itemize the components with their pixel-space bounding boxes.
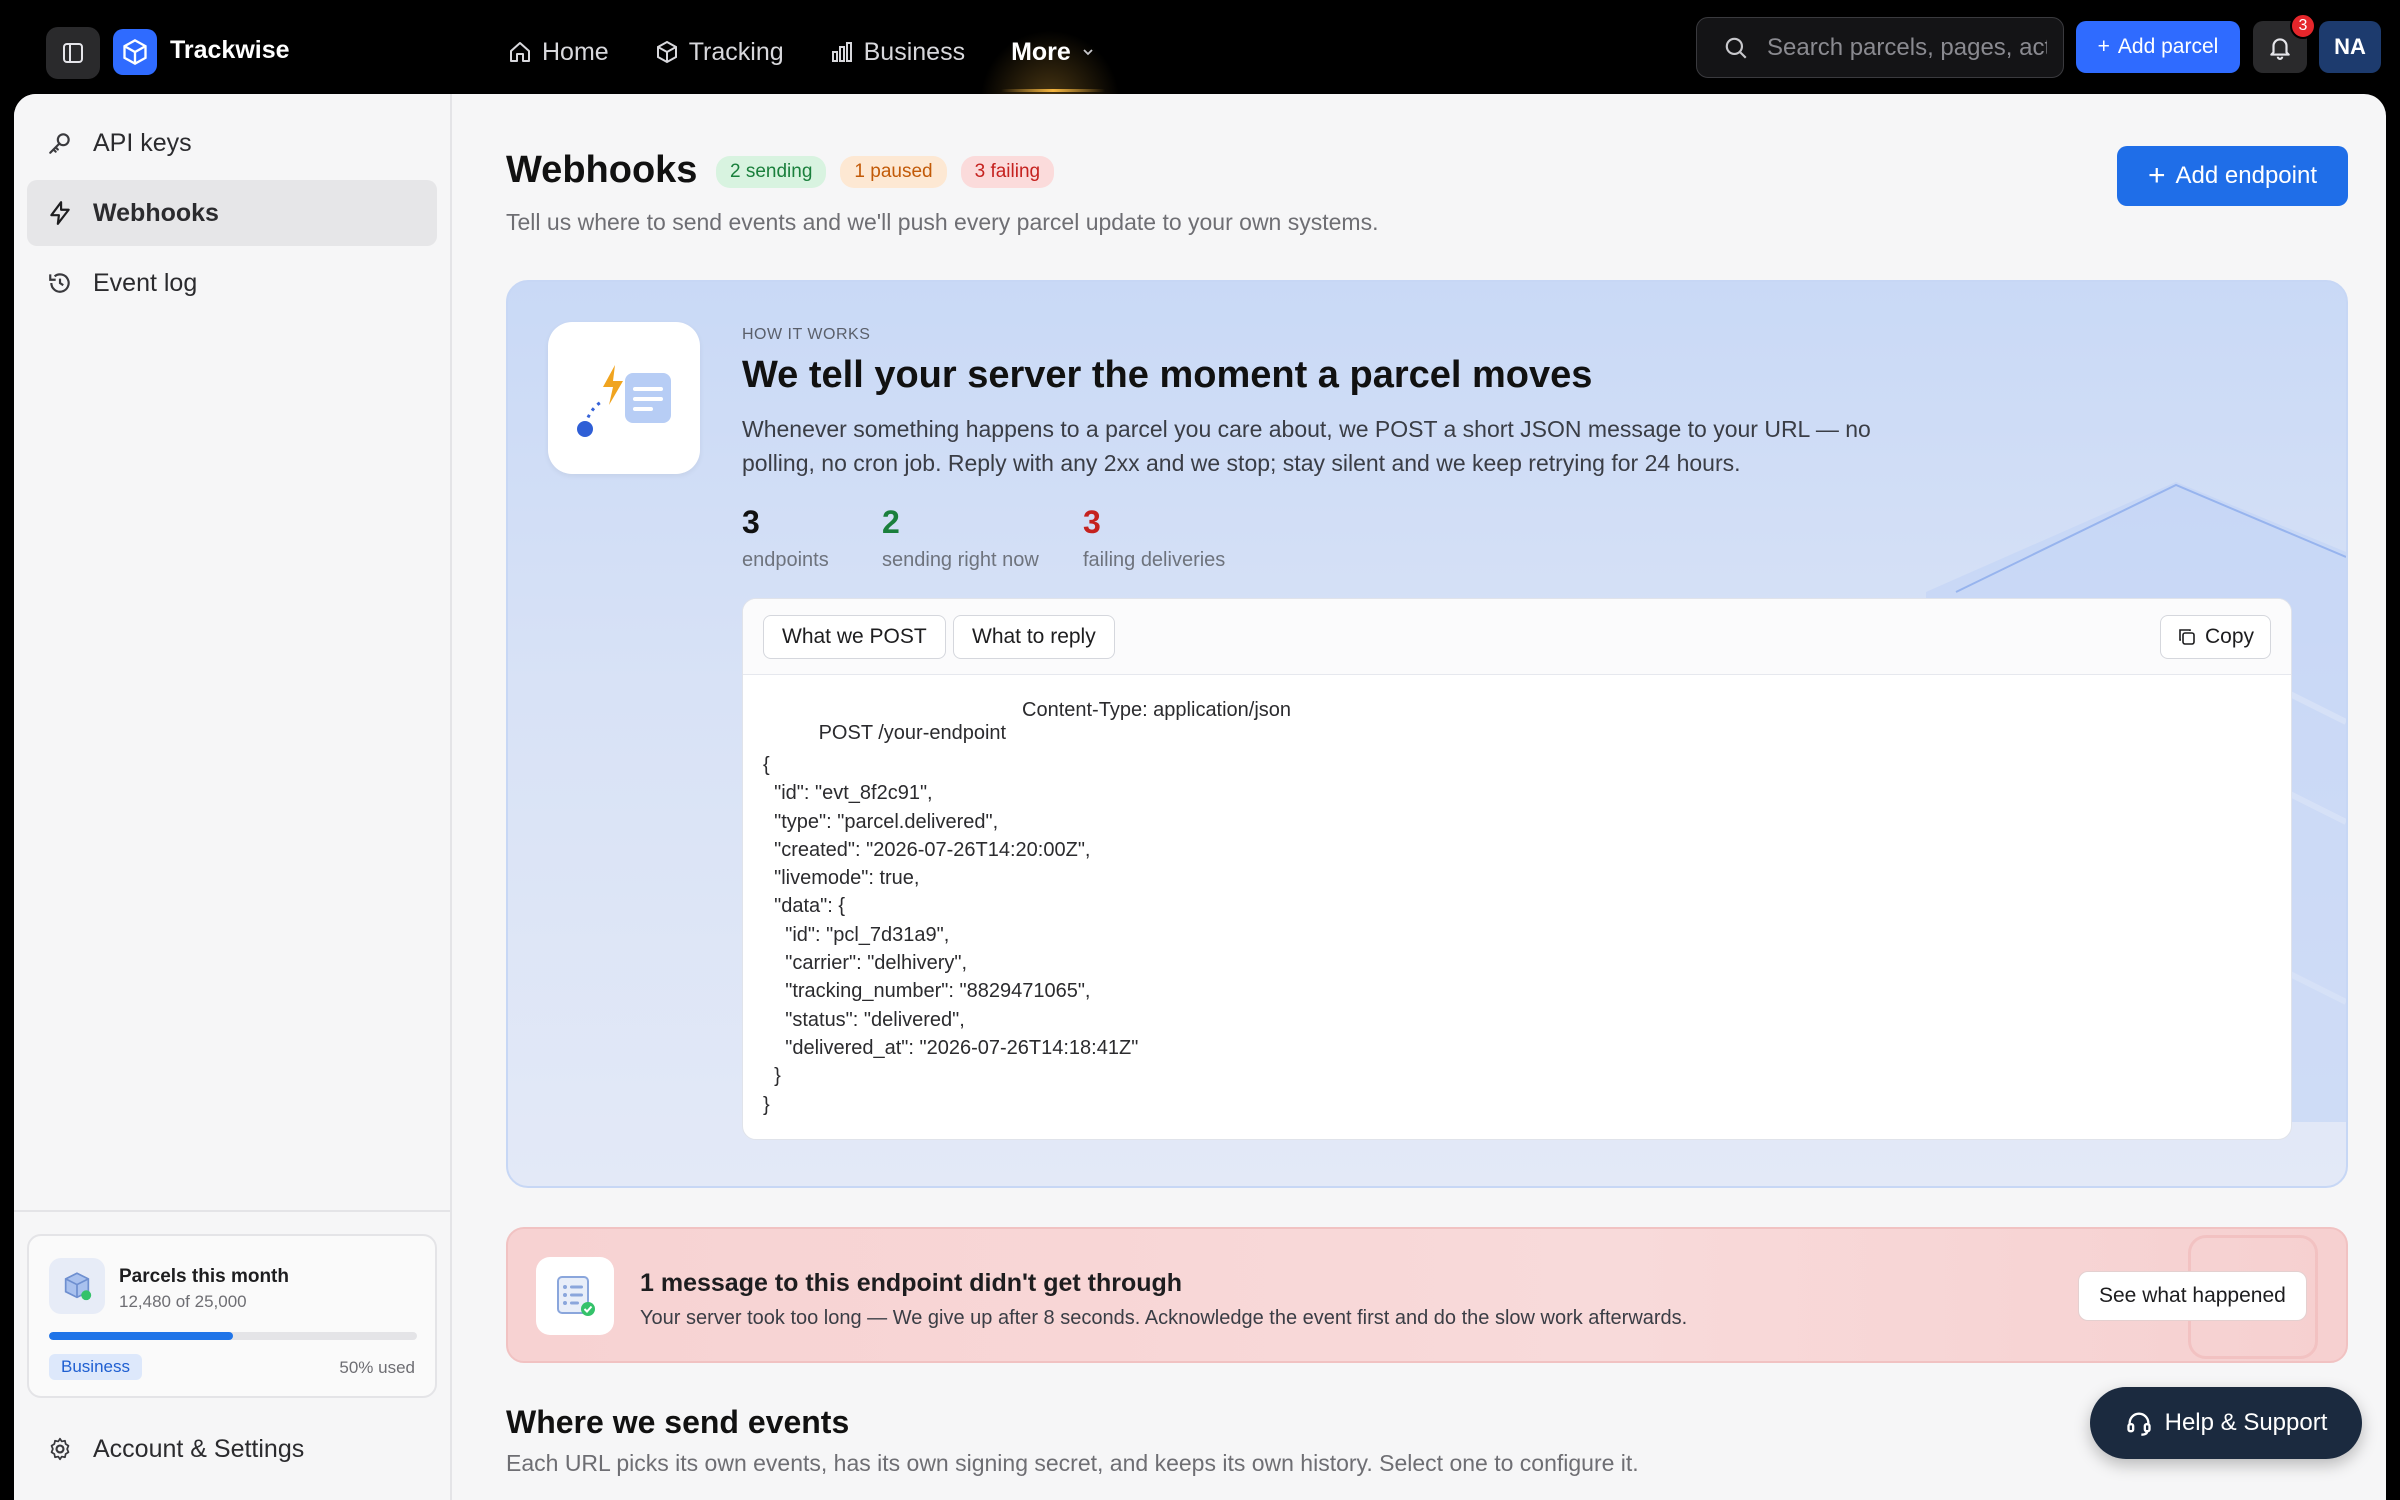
tab-what-we-post[interactable]: What we POST: [763, 615, 946, 659]
search-input[interactable]: [1767, 33, 2047, 62]
status-badge-sending: 2 sending: [716, 156, 827, 188]
stat-value: 3: [742, 504, 760, 540]
nav-more[interactable]: More: [1001, 30, 1105, 92]
json-payload: { "id": "evt_8f2c91", "type": "parcel.de…: [763, 754, 1139, 1116]
nav-home-label: Home: [542, 37, 609, 66]
add-parcel-button[interactable]: + Add parcel: [2076, 21, 2240, 73]
stat-label: failing deliveries: [1083, 549, 1226, 571]
page-title: Webhooks: [506, 149, 698, 191]
nav-tracking[interactable]: Tracking: [655, 30, 784, 74]
sidebar-item-label: Webhooks: [93, 198, 219, 227]
copy-button[interactable]: Copy: [2159, 615, 2271, 659]
section-title: Where we send events: [506, 1404, 850, 1440]
stat-value: 2: [882, 504, 900, 540]
search-box[interactable]: [1696, 17, 2064, 78]
stat-label: endpoints: [742, 549, 829, 571]
usage-progress-bar: [49, 1332, 417, 1340]
usage-title: Parcels this month: [119, 1266, 289, 1287]
stat-label: sending right now: [882, 549, 1039, 571]
how-title: We tell your server the moment a parcel …: [742, 354, 1593, 396]
nav-business[interactable]: Business: [830, 30, 965, 74]
sidebar: API keys Webhooks Event log Parcels this…: [14, 94, 452, 1500]
add-endpoint-button[interactable]: + Add endpoint: [2117, 146, 2348, 206]
sidebar-item-label: API keys: [93, 128, 192, 157]
cube-icon: [123, 38, 147, 66]
alert-title: 1 message to this endpoint didn't get th…: [640, 1269, 1183, 1297]
app-shell: API keys Webhooks Event log Parcels this…: [14, 94, 2386, 1500]
nav-tracking-label: Tracking: [688, 37, 784, 66]
sidebar-item-webhooks[interactable]: Webhooks: [27, 180, 437, 246]
stat-endpoints: 3 endpoints: [742, 504, 829, 572]
help-support-button[interactable]: Help & Support: [2090, 1387, 2362, 1459]
main-nav: Home Tracking Business More: [508, 30, 1141, 92]
headset-icon: [2126, 1412, 2151, 1436]
home-icon: [510, 42, 530, 62]
search-icon: [1725, 37, 1747, 59]
status-badge-failing: 3 failing: [960, 156, 1055, 188]
sidebar-item-event-log[interactable]: Event log: [27, 250, 437, 316]
sidebar-item-api-keys[interactable]: API keys: [27, 110, 437, 176]
see-what-happened-button[interactable]: See what happened: [2078, 1271, 2307, 1321]
parcel-box-icon: [49, 1258, 105, 1314]
plus-icon: +: [2097, 35, 2110, 58]
nav-business-label: Business: [863, 37, 966, 66]
bell-icon: [2270, 38, 2290, 60]
delivery-failure-alert: 1 message to this endpoint didn't get th…: [506, 1227, 2348, 1363]
copy-label: Copy: [2204, 625, 2254, 648]
document-check-icon: [536, 1257, 614, 1335]
plan-badge: Business: [49, 1354, 142, 1380]
gear-icon: [50, 1437, 70, 1461]
code-sample-card: What we POST What to reply Copy POST /yo…: [742, 598, 2292, 1140]
help-support-label: Help & Support: [2164, 1409, 2328, 1436]
nav-home[interactable]: Home: [508, 30, 609, 74]
sidebar-item-label: Event log: [93, 268, 198, 297]
page-subtitle: Tell us where to send events and we'll p…: [506, 209, 1379, 235]
how-description: Whenever something happens to a parcel y…: [742, 416, 1871, 476]
brand-logo[interactable]: [113, 29, 157, 75]
sidebar-item-label: Account & Settings: [93, 1434, 305, 1463]
webhook-illustration-icon: [548, 322, 700, 474]
brand-name[interactable]: Trackwise: [170, 36, 290, 65]
stat-failing: 3 failing deliveries: [1083, 504, 1225, 572]
how-eyebrow: HOW IT WORKS: [742, 326, 871, 343]
user-avatar[interactable]: NA: [2319, 21, 2381, 73]
status-badges: 2 sending 1 paused 3 failing: [716, 156, 1055, 188]
stat-sending: 2 sending right now: [882, 504, 1039, 572]
status-badge-paused: 1 paused: [840, 156, 947, 188]
add-parcel-label: Add parcel: [2117, 35, 2219, 58]
copy-icon: [2179, 629, 2195, 645]
top-bar: Trackwise Home Tracking Business More + …: [0, 0, 2400, 100]
usage-progress-fill: [49, 1332, 233, 1340]
sidebar-divider: [14, 1210, 452, 1212]
bolt-icon: [50, 201, 70, 225]
key-icon: [49, 133, 70, 154]
usage-count: 12,480 of 25,000: [119, 1292, 247, 1311]
alert-description: Your server took too long — We give up a…: [640, 1307, 1688, 1329]
bar-chart-icon: [831, 42, 852, 62]
how-it-works-card: HOW IT WORKS We tell your server the mom…: [506, 280, 2348, 1188]
sidebar-toggle-icon: [63, 43, 83, 63]
request-method-path: POST /your-endpoint: [818, 722, 1007, 744]
code-tabs-bar: What we POST What to reply Copy: [743, 599, 2291, 675]
chevron-down-icon: [1083, 49, 1093, 56]
tab-what-to-reply[interactable]: What to reply: [953, 615, 1115, 659]
section-subtitle: Each URL picks its own events, has its o…: [506, 1450, 1639, 1476]
add-endpoint-label: Add endpoint: [2175, 162, 2317, 189]
box-icon: [656, 40, 677, 64]
usage-card[interactable]: Parcels this month 12,480 of 25,000 Busi…: [27, 1234, 437, 1398]
history-icon: [49, 273, 70, 293]
sidebar-item-account-settings[interactable]: Account & Settings: [27, 1416, 437, 1482]
main-content: Webhooks 2 sending 1 paused 3 failing Te…: [454, 94, 2386, 1500]
usage-percent: 50% used: [339, 1358, 415, 1377]
content-type-header: Content-Type: application/json: [1022, 699, 1292, 721]
stat-value: 3: [1083, 504, 1101, 540]
plus-icon: +: [2148, 159, 2166, 192]
nav-more-label: More: [1011, 37, 1071, 66]
notification-count-badge: 3: [2290, 13, 2316, 39]
sidebar-toggle-button[interactable]: [46, 27, 100, 79]
